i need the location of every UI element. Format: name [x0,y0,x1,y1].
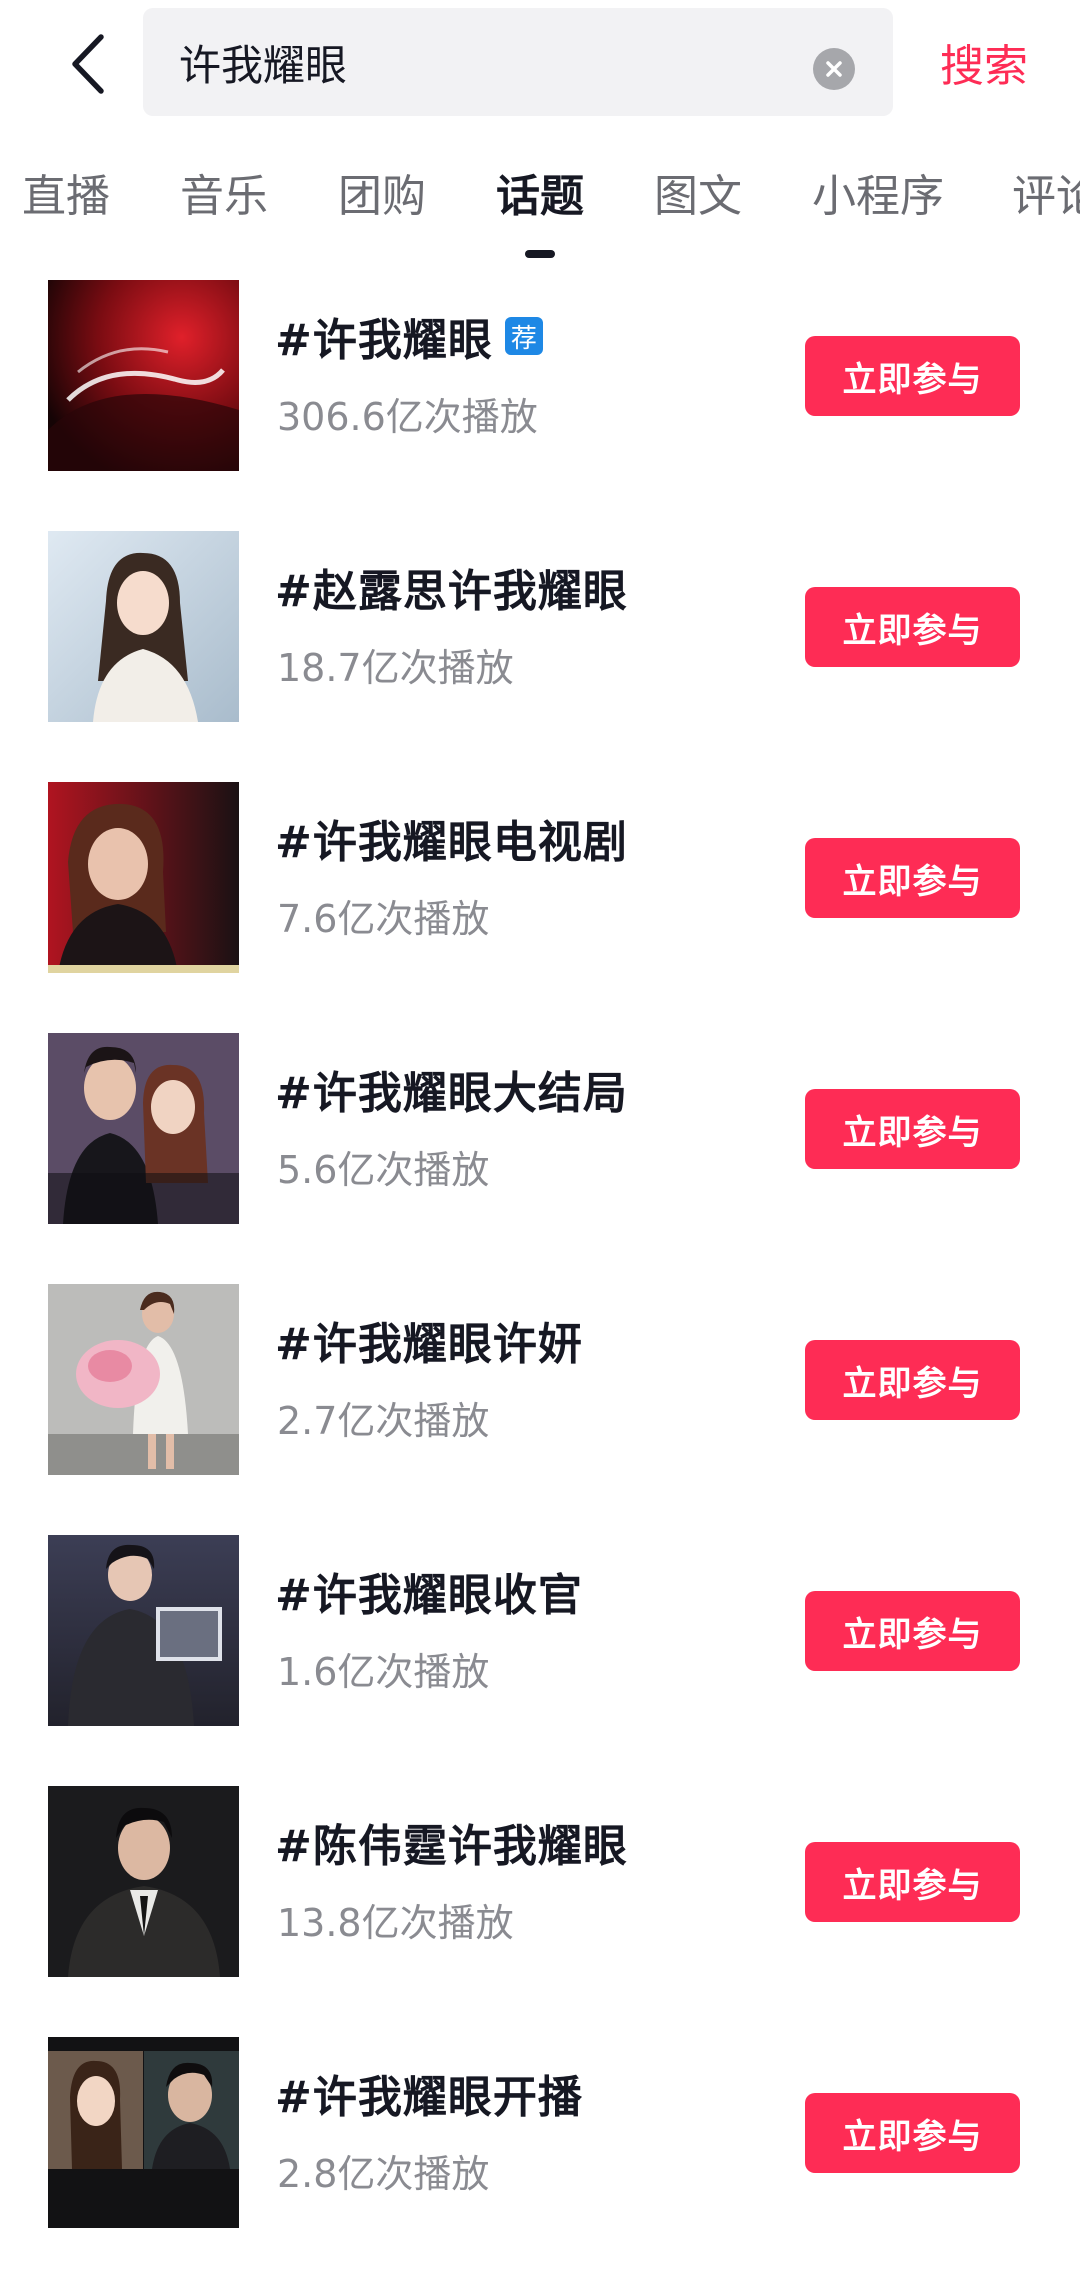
active-tab-indicator [525,250,555,258]
tab-music[interactable]: 音乐 [180,160,268,224]
join-button[interactable]: 立即参与 [805,2093,1020,2173]
topic-thumbnail [48,531,239,722]
topic-list: #许我耀眼 荐 306.6亿次播放 立即参与 #赵露思许我耀眼 18.7亿次播放… [0,278,1080,2273]
topic-thumbnail [48,1535,239,1726]
join-button[interactable]: 立即参与 [805,838,1020,918]
join-button[interactable]: 立即参与 [805,1340,1020,1420]
play-count: 306.6亿次播放 [277,395,538,439]
topic-title: #许我耀眼许妍 [275,1319,583,1370]
topic-thumbnail [48,1033,239,1224]
topic-title: #许我耀眼开播 [275,2072,583,2123]
tab-comments[interactable]: 评论 [1012,160,1080,224]
topic-item[interactable]: #陈伟霆许我耀眼 13.8亿次播放 立即参与 [0,1784,1080,2035]
chevron-left-icon [72,34,104,94]
play-count: 5.6亿次播放 [277,1148,490,1192]
search-header: 搜索 [0,0,1080,128]
topic-title: #许我耀眼电视剧 [275,817,628,868]
topic-thumbnail [48,2037,239,2228]
tab-live[interactable]: 直播 [22,160,110,224]
play-count: 2.7亿次播放 [277,1399,490,1443]
join-button[interactable]: 立即参与 [805,1089,1020,1169]
join-button[interactable]: 立即参与 [805,1591,1020,1671]
play-count: 7.6亿次播放 [277,897,490,941]
join-button[interactable]: 立即参与 [805,336,1020,416]
join-button[interactable]: 立即参与 [805,587,1020,667]
topic-item[interactable]: #许我耀眼 荐 306.6亿次播放 立即参与 [0,278,1080,529]
search-input[interactable] [179,8,799,116]
topic-thumbnail [48,1786,239,1977]
play-count: 13.8亿次播放 [277,1901,514,1945]
tab-group-buy[interactable]: 团购 [338,160,426,224]
topic-thumbnail [48,280,239,471]
topic-title: #赵露思许我耀眼 [275,566,628,617]
topic-item[interactable]: #许我耀眼开播 2.8亿次播放 立即参与 [0,2035,1080,2273]
topic-title: #许我耀眼收官 [275,1570,583,1621]
topic-thumbnail [48,1284,239,1475]
search-button[interactable]: 搜索 [940,30,1028,94]
topic-title: #许我耀眼大结局 [275,1068,628,1119]
topic-title: #陈伟霆许我耀眼 [275,1821,628,1872]
clear-search-button[interactable] [813,48,855,90]
tab-topics[interactable]: 话题 [496,160,584,224]
topic-item[interactable]: #许我耀眼收官 1.6亿次播放 立即参与 [0,1533,1080,1784]
play-count: 2.8亿次播放 [277,2152,490,2196]
topic-item[interactable]: #许我耀眼许妍 2.7亿次播放 立即参与 [0,1282,1080,1533]
play-count: 18.7亿次播放 [277,646,514,690]
play-count: 1.6亿次播放 [277,1650,490,1694]
clear-circle-icon [826,61,842,77]
topic-thumbnail [48,782,239,973]
topic-item[interactable]: #许我耀眼大结局 5.6亿次播放 立即参与 [0,1031,1080,1282]
search-box[interactable] [143,8,893,116]
topic-title: #许我耀眼 [275,315,493,366]
back-button[interactable] [52,24,122,104]
topic-item[interactable]: #许我耀眼电视剧 7.6亿次播放 立即参与 [0,780,1080,1031]
topic-item[interactable]: #赵露思许我耀眼 18.7亿次播放 立即参与 [0,529,1080,780]
recommended-badge: 荐 [504,317,543,355]
tab-image-text[interactable]: 图文 [654,160,742,224]
tab-mini-programs[interactable]: 小程序 [812,160,944,224]
join-button[interactable]: 立即参与 [805,1842,1020,1922]
